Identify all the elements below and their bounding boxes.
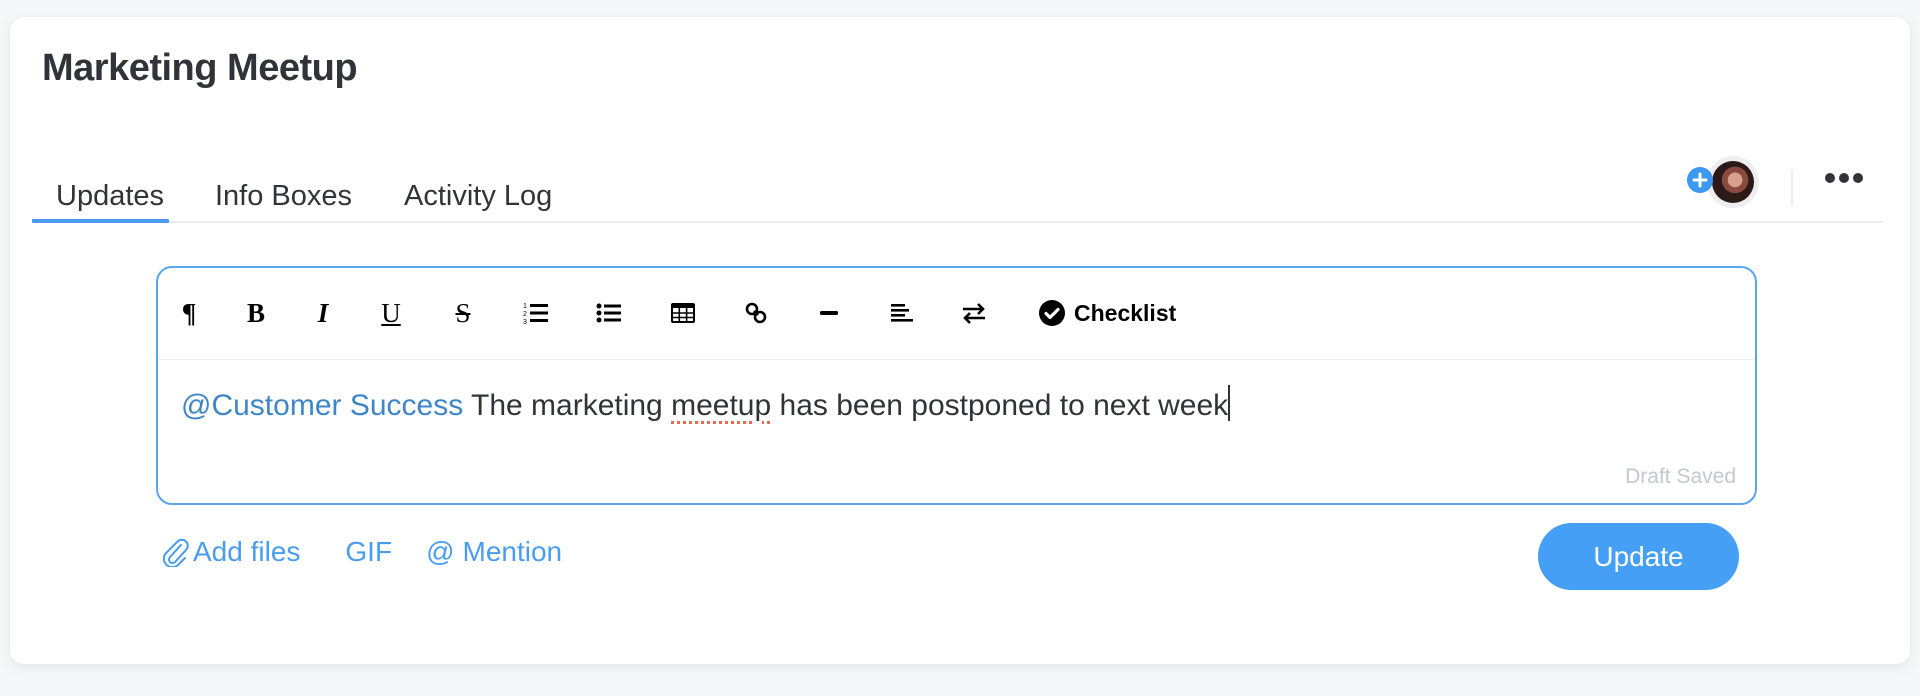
add-subscriber-button[interactable]: [1687, 167, 1713, 193]
bulleted-list-icon: [596, 303, 621, 323]
table-button[interactable]: [668, 295, 698, 331]
dot-icon: [1853, 173, 1863, 183]
mention-tag[interactable]: @Customer Success: [181, 389, 463, 422]
text-direction-button[interactable]: [959, 295, 989, 331]
tab-bar: Updates Info Boxes Activity Log: [32, 167, 1883, 239]
editor-content[interactable]: @Customer Success The marketing meetup h…: [181, 385, 1735, 423]
underline-button[interactable]: U: [376, 295, 406, 331]
more-options-button[interactable]: [1825, 168, 1869, 188]
tab-updates[interactable]: Updates: [56, 180, 164, 213]
check-circle-icon: [1039, 300, 1065, 326]
svg-text:1: 1: [523, 303, 527, 310]
update-button[interactable]: Update: [1538, 523, 1739, 590]
editor-footer-links: Add files GIF @ Mention: [161, 532, 562, 572]
gif-label: GIF: [345, 536, 393, 567]
align-button[interactable]: [886, 295, 916, 331]
gif-link[interactable]: GIF: [345, 536, 392, 568]
bulleted-list-button[interactable]: [594, 295, 624, 331]
svg-text:3: 3: [523, 319, 527, 325]
paragraph-button[interactable]: ¶: [174, 295, 204, 331]
table-icon: [671, 303, 695, 323]
bold-icon: B: [246, 297, 265, 328]
strikethrough-icon: S: [455, 297, 471, 328]
plus-icon: [1692, 172, 1708, 188]
active-tab-indicator: [32, 219, 169, 223]
item-title[interactable]: Marketing Meetup: [42, 47, 358, 90]
italic-button[interactable]: I: [308, 295, 338, 331]
draft-status: Draft Saved: [1625, 465, 1736, 488]
paragraph-icon: ¶: [181, 297, 197, 328]
dot-icon: [1825, 173, 1835, 183]
at-sign-icon: @: [426, 536, 455, 567]
strikethrough-button[interactable]: S: [448, 295, 478, 331]
tabs-divider: [32, 221, 1883, 223]
misspelled-word[interactable]: meetup: [671, 389, 771, 422]
update-editor[interactable]: ¶ B I U S 1 2 3 Checklist @Customer Succ…: [156, 266, 1757, 505]
underline-icon: U: [381, 297, 401, 328]
checklist-label: Checklist: [1074, 299, 1177, 326]
tab-info-boxes[interactable]: Info Boxes: [215, 180, 352, 213]
numbered-list-button[interactable]: 1 2 3: [521, 295, 551, 331]
link-button[interactable]: [741, 295, 771, 331]
horizontal-rule-icon: [820, 311, 838, 315]
paperclip-icon: [162, 538, 189, 567]
tab-activity-log[interactable]: Activity Log: [404, 180, 552, 213]
link-icon: [745, 302, 767, 324]
svg-text:2: 2: [523, 311, 527, 318]
add-files-label: Add files: [193, 536, 301, 567]
italic-icon: I: [317, 297, 329, 328]
bold-button[interactable]: B: [241, 295, 271, 331]
editor-text: has been postponed to next week: [771, 389, 1229, 422]
align-left-icon: [891, 304, 913, 322]
numbered-list-icon: 1 2 3: [523, 303, 548, 325]
swap-arrows-icon: [963, 303, 985, 324]
editor-toolbar: ¶ B I U S 1 2 3 Checklist: [158, 268, 1755, 360]
user-avatar-icon: [1712, 161, 1754, 203]
avatar[interactable]: [1707, 156, 1759, 208]
dot-icon: [1839, 173, 1849, 183]
item-card: Marketing Meetup Updates Info Boxes Acti…: [10, 17, 1910, 664]
text-cursor: [1228, 385, 1231, 421]
checklist-button[interactable]: Checklist: [1038, 295, 1176, 331]
mention-link[interactable]: @ Mention: [426, 536, 562, 568]
mention-label: Mention: [462, 536, 563, 567]
divider-button[interactable]: [814, 295, 844, 331]
editor-text: The marketing: [463, 389, 672, 422]
add-files-link[interactable]: Add files: [161, 536, 300, 568]
header-divider: [1791, 169, 1793, 206]
